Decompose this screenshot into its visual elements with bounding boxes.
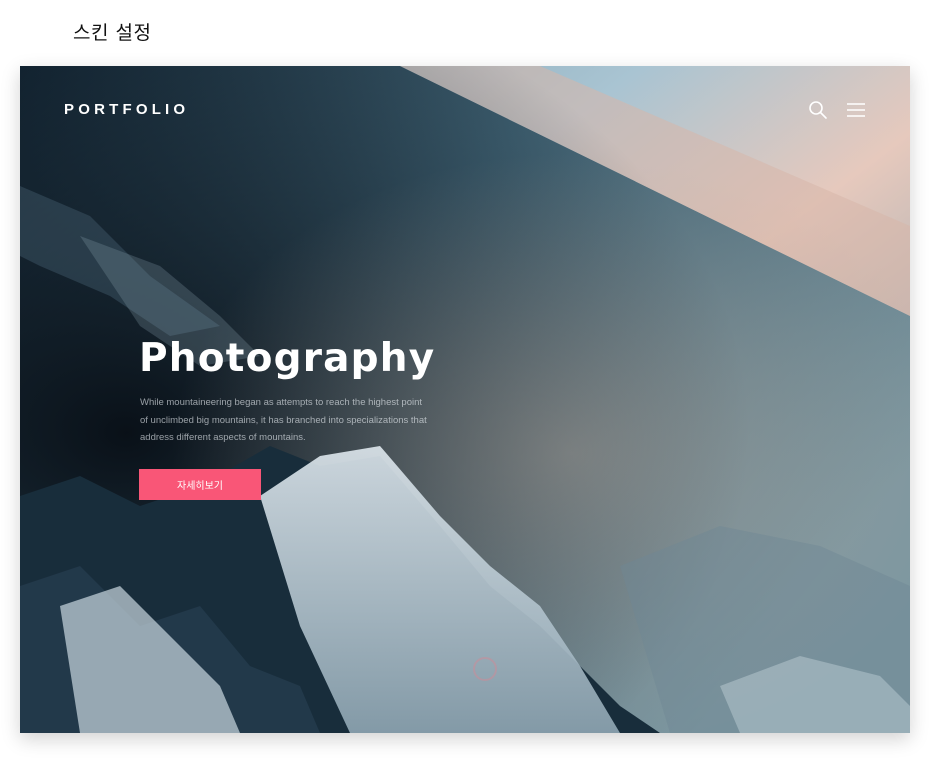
menu-icon[interactable] <box>846 100 866 120</box>
hero-title: Photography <box>139 336 436 381</box>
view-details-button[interactable]: 자세히보기 <box>139 469 261 500</box>
hero-section: PORTFOLIO Photography While mountaineeri… <box>20 66 910 733</box>
logo[interactable]: PORTFOLIO <box>64 101 189 118</box>
top-nav-icons <box>808 100 866 120</box>
search-icon[interactable] <box>808 100 828 120</box>
page-title: 스킨 설정 <box>73 22 152 44</box>
hero-description: While mountaineering began as attempts t… <box>140 397 427 443</box>
